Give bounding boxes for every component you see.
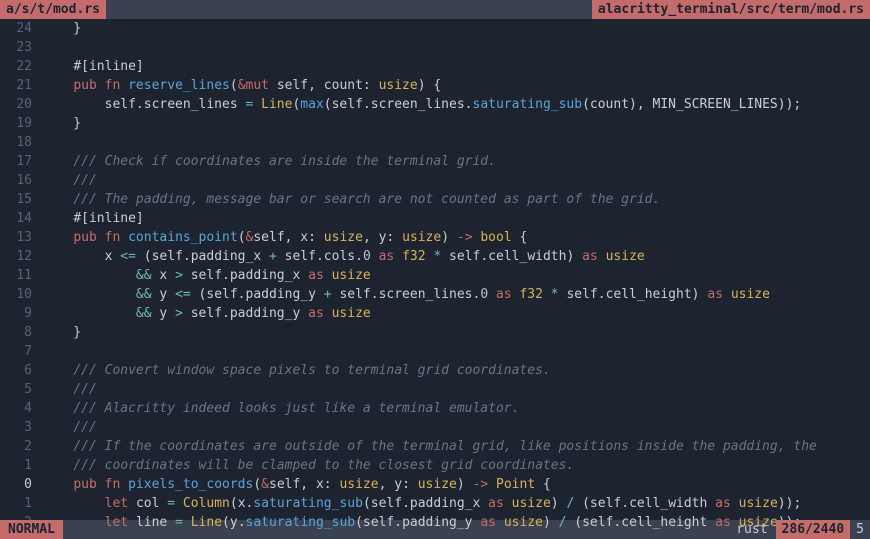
- line-number: 16: [0, 171, 42, 190]
- code-line: 9 && y > self.padding_y as usize: [0, 304, 870, 323]
- line-number: 14: [0, 209, 42, 228]
- line-number: 4: [0, 399, 42, 418]
- code-line: 0 pub fn pixels_to_coords(&self, x: usiz…: [0, 475, 870, 494]
- code-line: 13 pub fn contains_point(&self, x: usize…: [0, 228, 870, 247]
- code-line: 17 /// Check if coordinates are inside t…: [0, 152, 870, 171]
- code-line: 14 #[inline]: [0, 209, 870, 228]
- line-number: 23: [0, 38, 42, 57]
- code-line: 1 /// coordinates will be clamped to the…: [0, 456, 870, 475]
- code-line: 15 /// The padding, message bar or searc…: [0, 190, 870, 209]
- code-line: 8 }: [0, 323, 870, 342]
- line-number: 7: [0, 342, 42, 361]
- code-line: 4 /// Alacritty indeed looks just like a…: [0, 399, 870, 418]
- line-number: 1: [0, 456, 42, 475]
- code-line: 12 x <= (self.padding_x + self.cols.0 as…: [0, 247, 870, 266]
- code-line: 5 ///: [0, 380, 870, 399]
- code-line: 7: [0, 342, 870, 361]
- line-number: 2: [0, 437, 42, 456]
- code-line: 18: [0, 133, 870, 152]
- line-number: 12: [0, 247, 42, 266]
- line-number: 21: [0, 76, 42, 95]
- tab-spacer: [106, 0, 592, 19]
- code-line: 6 /// Convert window space pixels to ter…: [0, 361, 870, 380]
- filetype-indicator: rust: [728, 520, 775, 539]
- column-position: 5: [850, 520, 870, 539]
- line-number: 6: [0, 361, 42, 380]
- editor-viewport[interactable]: 24 } 23 22 #[inline] 21 pub fn reserve_l…: [0, 19, 870, 520]
- line-number: 11: [0, 266, 42, 285]
- line-number: 10: [0, 285, 42, 304]
- code-line: 2 /// If the coordinates are outside of …: [0, 437, 870, 456]
- code-line: 10 && y <= (self.padding_y + self.screen…: [0, 285, 870, 304]
- line-number: 1: [0, 494, 42, 513]
- line-number: 9: [0, 304, 42, 323]
- tab-right[interactable]: alacritty_terminal/src/term/mod.rs: [592, 0, 870, 19]
- line-number: 19: [0, 114, 42, 133]
- code-line: 16 ///: [0, 171, 870, 190]
- line-position: 286/2440: [776, 520, 851, 539]
- line-number: 15: [0, 190, 42, 209]
- tab-bar: a/s/t/mod.rs alacritty_terminal/src/term…: [0, 0, 870, 19]
- line-number: 5: [0, 380, 42, 399]
- code-line: 1 let col = Column(x.saturating_sub(self…: [0, 494, 870, 513]
- code-line: 22 #[inline]: [0, 57, 870, 76]
- line-number: 22: [0, 57, 42, 76]
- mode-indicator: NORMAL: [0, 520, 63, 539]
- line-number: 8: [0, 323, 42, 342]
- line-number: 24: [0, 19, 42, 38]
- line-number: 20: [0, 95, 42, 114]
- code-line: 20 self.screen_lines = Line(max(self.scr…: [0, 95, 870, 114]
- code-line: 11 && x > self.padding_x as usize: [0, 266, 870, 285]
- line-number: 3: [0, 418, 42, 437]
- line-number: 0: [0, 475, 42, 494]
- line-number: 18: [0, 133, 42, 152]
- line-number: 13: [0, 228, 42, 247]
- code-line: 19 }: [0, 114, 870, 133]
- code-line: 3 ///: [0, 418, 870, 437]
- code-line: 23: [0, 38, 870, 57]
- code-line: 21 pub fn reserve_lines(&mut self, count…: [0, 76, 870, 95]
- tab-left[interactable]: a/s/t/mod.rs: [0, 0, 106, 19]
- code-line: 24 }: [0, 19, 870, 38]
- line-number: 17: [0, 152, 42, 171]
